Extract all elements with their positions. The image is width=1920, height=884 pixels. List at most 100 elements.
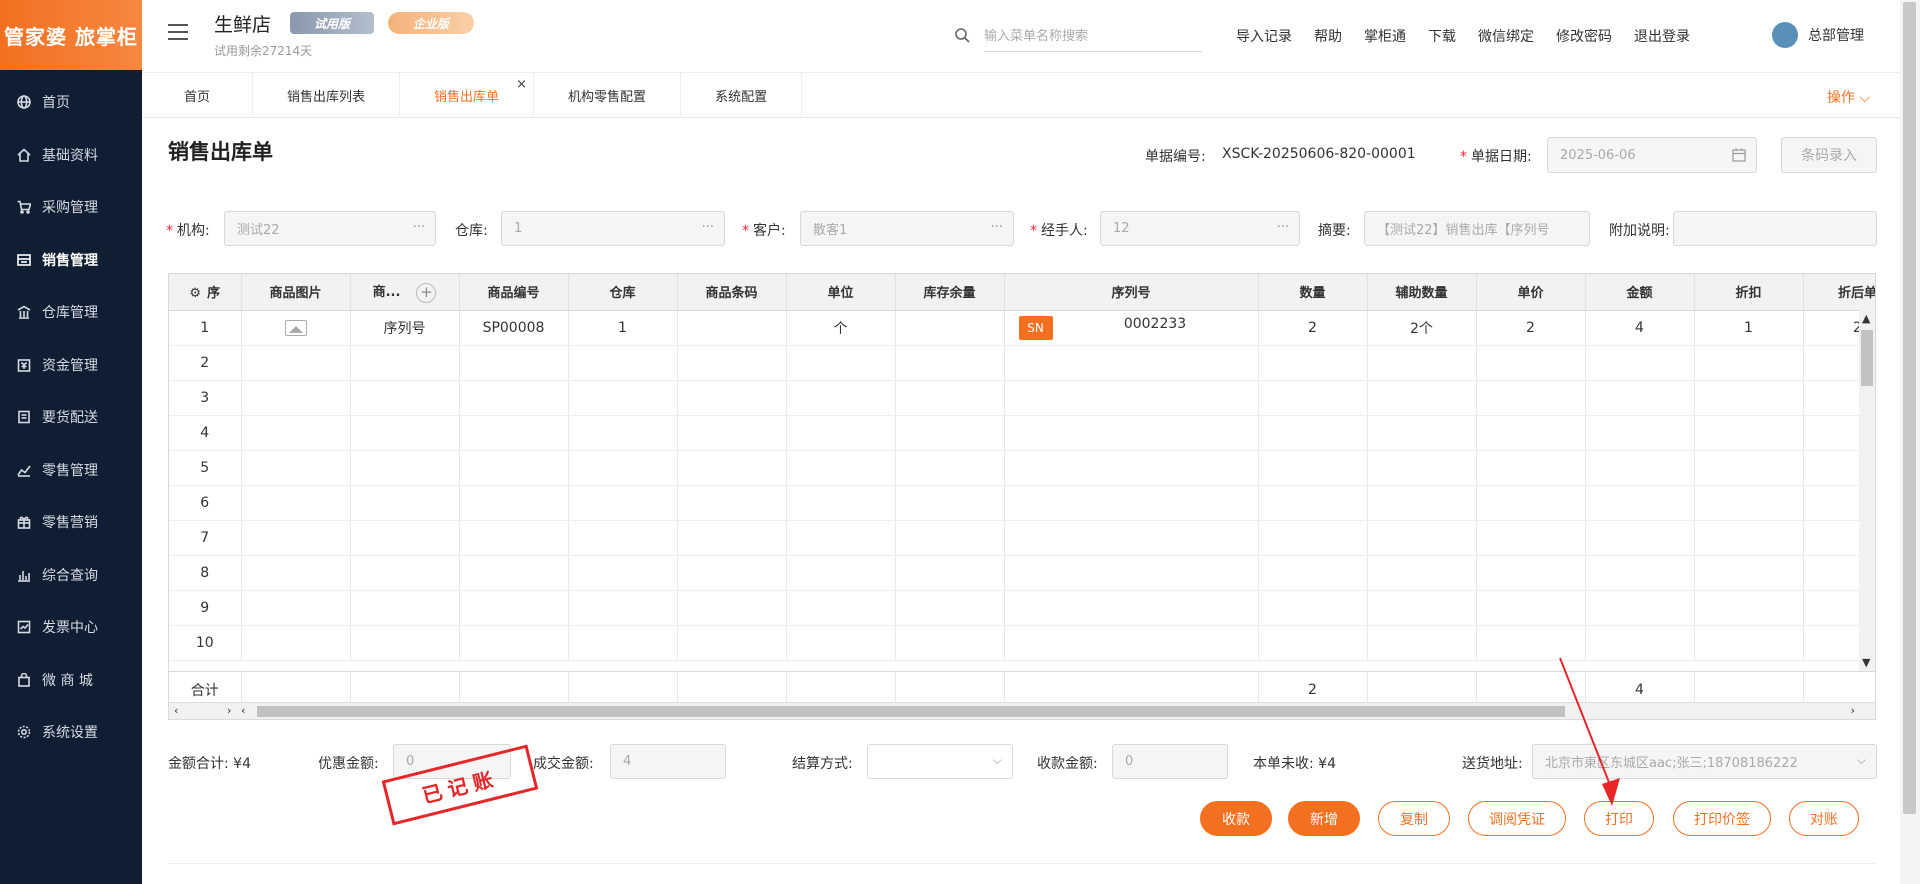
add-new-button[interactable]: 新增 [1288,801,1360,836]
cell-code[interactable] [459,485,569,521]
cell-unit[interactable] [786,485,896,521]
cell-discount[interactable]: 1 [1694,310,1804,346]
date-field[interactable]: 2025-06-06 [1547,137,1757,173]
cell-price[interactable] [1476,485,1586,521]
settle-select[interactable]: ⌵ [867,744,1013,779]
cell-stock[interactable] [895,520,1005,556]
cell-stock[interactable] [895,310,1005,346]
cell-stock[interactable] [895,590,1005,626]
cell-barcode[interactable] [677,345,787,381]
cell-unit[interactable] [786,345,896,381]
cell-qty[interactable] [1258,345,1368,381]
cell-price[interactable] [1476,590,1586,626]
note-field[interactable] [1673,211,1877,246]
cell-image[interactable] [241,345,351,381]
cell-price[interactable] [1476,415,1586,451]
sidebar-item-2[interactable]: 采购管理 [0,181,142,234]
cell-image[interactable] [241,520,351,556]
sn-badge[interactable]: SN [1018,315,1053,340]
cell-code[interactable] [459,450,569,486]
operations-dropdown[interactable]: 操作 ⌵ [1827,87,1870,107]
cell-serial[interactable]: SN 0002233 [1004,310,1259,346]
sidebar-item-7[interactable]: 零售管理 [0,444,142,497]
link-download[interactable]: 下载 [1428,26,1456,46]
tab-sales-out-order[interactable]: 销售出库单 × [400,73,535,118]
cell-stock[interactable] [895,415,1005,451]
cell-image[interactable] [241,590,351,626]
cell-barcode[interactable] [677,450,787,486]
page-scrollbar-thumb[interactable] [1903,2,1916,814]
cell-code[interactable] [459,590,569,626]
cell-discount[interactable] [1694,415,1804,451]
cell-serial[interactable] [1004,380,1259,416]
cell-aux-qty[interactable] [1367,590,1477,626]
cell-unit[interactable] [786,380,896,416]
search-input[interactable] [984,22,1202,52]
received-field[interactable]: 0 [1112,744,1228,779]
cell-stock[interactable] [895,450,1005,486]
cell-warehouse[interactable] [568,345,678,381]
cell-barcode[interactable] [677,380,787,416]
link-wechat-bind[interactable]: 微信绑定 [1478,26,1534,46]
more-icon[interactable]: ··· [702,220,714,235]
more-icon[interactable]: ··· [1277,220,1289,235]
cell-qty[interactable] [1258,555,1368,591]
cell-unit[interactable] [786,415,896,451]
cell-stock[interactable] [895,345,1005,381]
cell-amount[interactable]: 4 [1585,310,1695,346]
cell-serial[interactable] [1004,590,1259,626]
cell-aux-qty[interactable] [1367,485,1477,521]
print-price-tag-button[interactable]: 打印价签 [1673,801,1771,836]
image-placeholder-icon[interactable] [284,319,307,336]
cell-unit[interactable] [786,450,896,486]
link-logout[interactable]: 退出登录 [1634,26,1690,46]
cell-unit[interactable] [786,590,896,626]
cell-serial[interactable] [1004,415,1259,451]
table-row[interactable]: 5 [169,450,1875,486]
table-row[interactable]: 7 [169,520,1875,556]
org-field[interactable]: 测试22 ··· [224,211,436,246]
tab-home[interactable]: 首页 [142,73,254,118]
cell-discount[interactable] [1694,380,1804,416]
cell-name[interactable] [350,345,460,381]
cell-amount[interactable] [1585,555,1695,591]
copy-button[interactable]: 复制 [1378,801,1450,836]
cell-name[interactable] [350,520,460,556]
cell-stock[interactable] [895,625,1005,661]
table-row[interactable]: 2 [169,345,1875,381]
cell-warehouse[interactable]: 1 [568,310,678,346]
tab-org-retail-config[interactable]: 机构零售配置 [534,73,682,118]
cell-stock[interactable] [895,555,1005,591]
sidebar-item-5[interactable]: 资金管理 [0,339,142,392]
handler-field[interactable]: 12 ··· [1100,211,1300,246]
cell-aux-qty[interactable] [1367,520,1477,556]
cell-unit[interactable] [786,625,896,661]
cell-aux-qty[interactable] [1367,415,1477,451]
cell-price[interactable] [1476,345,1586,381]
cell-qty[interactable] [1258,590,1368,626]
sidebar-item-6[interactable]: 要货配送 [0,391,142,444]
cell-barcode[interactable] [677,485,787,521]
scroll-right-icon[interactable]: › [227,704,231,717]
cell-serial[interactable] [1004,485,1259,521]
scroll-down-icon[interactable]: ▼ [1862,656,1870,669]
cell-discount[interactable] [1694,485,1804,521]
cell-name[interactable] [350,450,460,486]
cell-warehouse[interactable] [568,380,678,416]
cell-code[interactable] [459,520,569,556]
cell-name[interactable] [350,485,460,521]
cell-image[interactable] [241,450,351,486]
cell-aux-qty[interactable] [1367,380,1477,416]
link-zhangguitong[interactable]: 掌柜通 [1364,26,1406,46]
cell-stock[interactable] [895,485,1005,521]
reconcile-button[interactable]: 对账 [1789,801,1859,836]
cell-serial[interactable] [1004,450,1259,486]
cell-code[interactable] [459,380,569,416]
cell-discount[interactable] [1694,555,1804,591]
table-row[interactable]: 9 [169,590,1875,626]
cell-qty[interactable] [1258,520,1368,556]
cell-barcode[interactable] [677,555,787,591]
cell-amount[interactable] [1585,485,1695,521]
cell-code[interactable] [459,345,569,381]
cell-name[interactable]: 序列号 [350,310,460,346]
